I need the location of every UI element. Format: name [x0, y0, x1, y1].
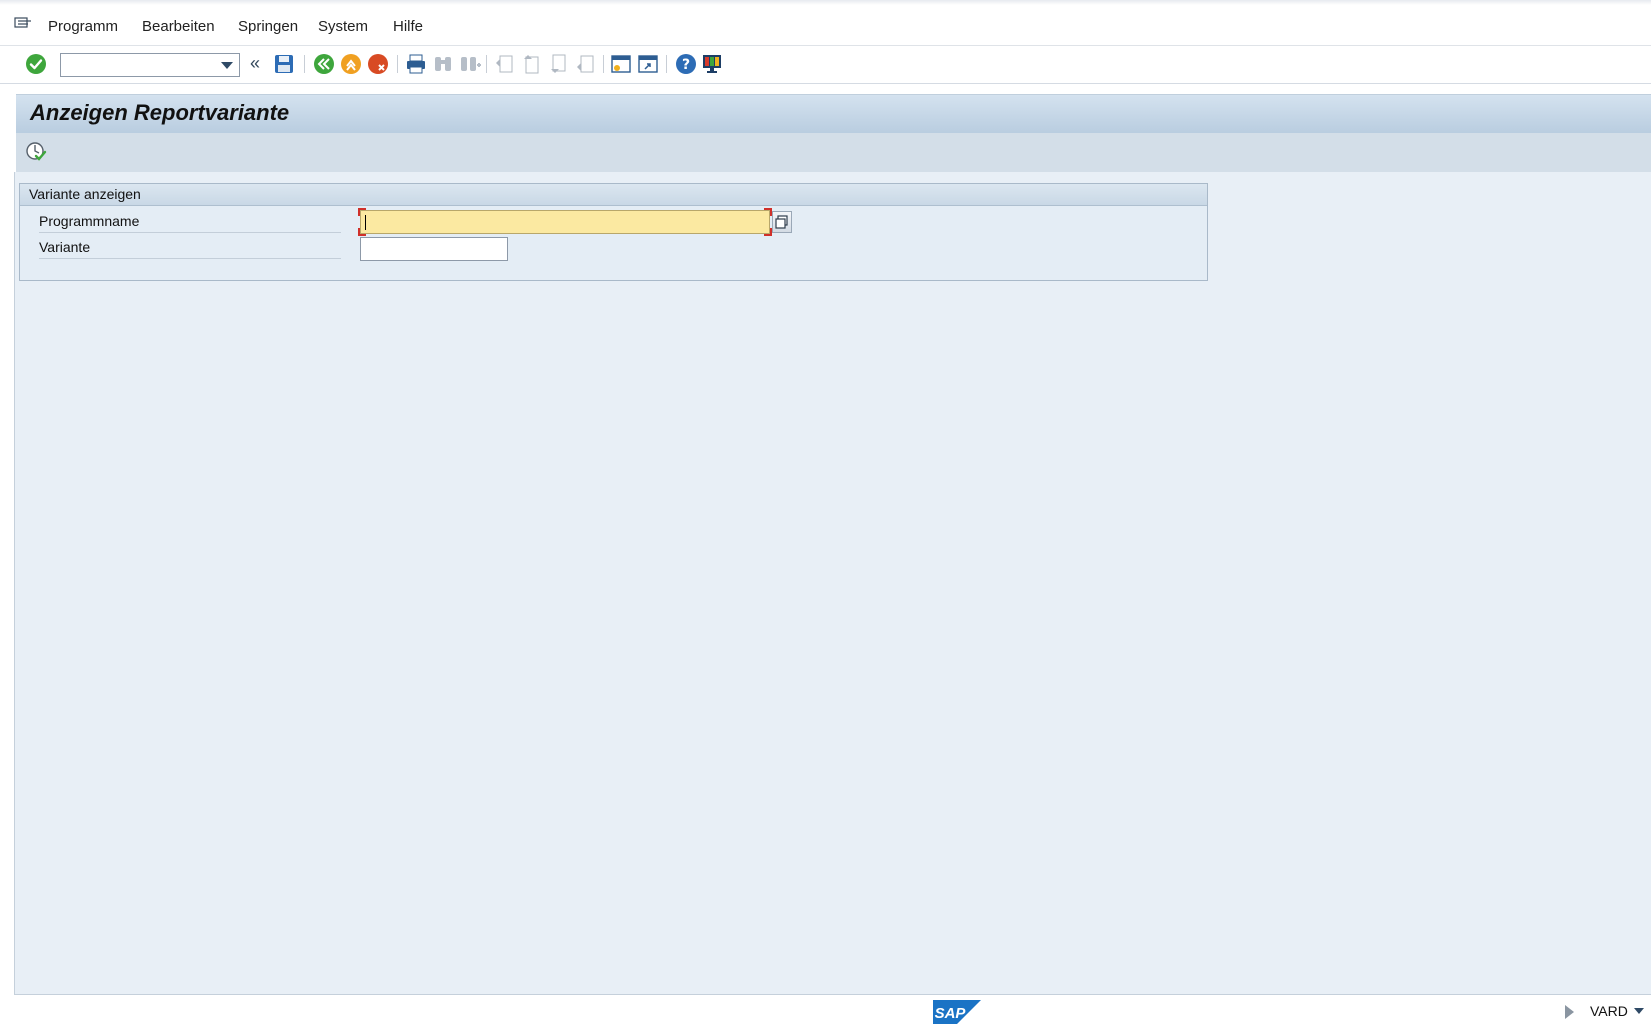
status-bar: SAP VARD — [0, 995, 1651, 1029]
print-icon[interactable] — [404, 52, 428, 76]
toolbar-separator — [397, 55, 398, 73]
main-area — [14, 172, 1651, 995]
svg-text:?: ? — [682, 57, 690, 73]
menu-system[interactable]: System — [318, 18, 368, 35]
menu-programm[interactable]: Programm — [48, 18, 118, 35]
svg-text:SAP: SAP — [935, 1005, 967, 1022]
toolbar-separator — [304, 55, 305, 73]
status-expand-icon[interactable] — [1565, 1005, 1574, 1019]
title-bar: Anzeigen Reportvariante — [16, 94, 1651, 134]
menu-bearbeiten[interactable]: Bearbeiten — [142, 18, 215, 35]
enter-icon[interactable] — [24, 52, 48, 76]
application-toolbar — [16, 133, 1651, 173]
shortcut-icon[interactable] — [636, 52, 660, 76]
previous-page-icon[interactable] — [519, 52, 543, 76]
customize-layout-icon[interactable] — [700, 52, 724, 76]
standard-toolbar: « ? — [0, 46, 1651, 84]
programmname-label: Programmname — [39, 210, 341, 233]
command-input[interactable] — [65, 55, 219, 77]
page-title: Anzeigen Reportvariante — [30, 100, 290, 125]
chevron-down-icon[interactable] — [1634, 1008, 1644, 1014]
toolbar-separator — [603, 55, 604, 73]
value-help-icon — [775, 215, 788, 229]
group-variante-anzeigen: Variante anzeigen Programmname Variante — [19, 183, 1208, 281]
menu-springen[interactable]: Springen — [238, 18, 298, 35]
command-field[interactable] — [60, 53, 240, 77]
toolbar-separator — [666, 55, 667, 73]
save-icon[interactable] — [272, 52, 296, 76]
help-icon[interactable]: ? — [674, 52, 698, 76]
programmname-field[interactable] — [358, 208, 772, 236]
variante-field[interactable] — [360, 237, 508, 261]
back-icon[interactable] — [312, 52, 336, 76]
menu-toggle-icon[interactable] — [14, 17, 32, 31]
first-page-icon[interactable] — [492, 52, 516, 76]
last-page-icon[interactable] — [573, 52, 597, 76]
execute-icon[interactable] — [25, 141, 47, 163]
menu-hilfe[interactable]: Hilfe — [393, 18, 423, 35]
new-session-icon[interactable] — [609, 52, 633, 76]
chevron-down-icon[interactable] — [221, 62, 233, 69]
cancel-icon[interactable] — [366, 52, 390, 76]
find-next-icon[interactable] — [458, 52, 482, 76]
find-icon[interactable] — [431, 52, 455, 76]
variante-label: Variante — [39, 236, 341, 259]
back-fast-icon[interactable]: « — [250, 54, 260, 72]
exit-icon[interactable] — [339, 52, 363, 76]
sap-logo: SAP — [933, 1000, 981, 1024]
system-name[interactable]: VARD — [1590, 1003, 1628, 1019]
next-page-icon[interactable] — [546, 52, 570, 76]
menu-bar: Programm Bearbeiten Springen System Hilf… — [0, 5, 1651, 46]
toolbar-separator — [486, 55, 487, 73]
group-title: Variante anzeigen — [20, 184, 1207, 206]
value-help-button[interactable] — [772, 211, 792, 233]
